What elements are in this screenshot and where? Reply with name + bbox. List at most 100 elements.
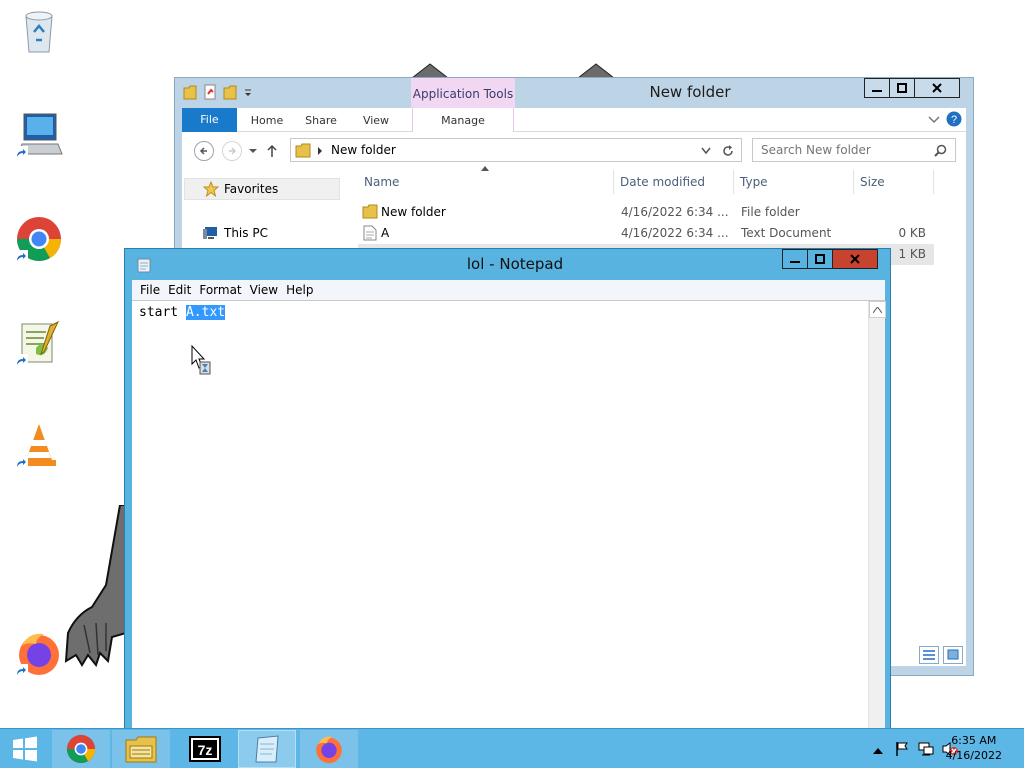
properties-icon[interactable] <box>203 84 217 100</box>
notepad-window-controls <box>782 249 878 269</box>
maximize-button[interactable] <box>807 249 833 269</box>
tab-view[interactable]: View <box>354 108 398 132</box>
up-arrow-icon[interactable] <box>266 144 278 158</box>
folder-icon <box>362 204 378 219</box>
menu-format[interactable]: Format <box>197 280 247 300</box>
search-box[interactable] <box>752 138 956 162</box>
tab-share[interactable]: Share <box>296 108 346 132</box>
file-date: 4/16/2022 6:34 ... <box>621 226 729 240</box>
maximize-icon <box>815 254 825 264</box>
tab-home[interactable]: Home <box>242 108 292 132</box>
minimize-button[interactable] <box>864 78 890 98</box>
vlc-shortcut-icon[interactable] <box>14 420 64 470</box>
table-row[interactable]: A 4/16/2022 6:34 ... Text Document 0 KB <box>358 223 934 244</box>
notepad-window: lol - Notepad File Edit Format View Help… <box>124 248 891 732</box>
address-text: New folder <box>331 143 396 157</box>
firefox-shortcut-icon[interactable] <box>14 628 64 678</box>
file-size: 0 KB <box>898 226 926 240</box>
notepad-titlebar[interactable]: lol - Notepad <box>125 249 890 279</box>
explorer-title: New folder <box>649 83 731 101</box>
recent-locations-icon[interactable] <box>248 147 258 155</box>
show-hidden-icons-icon[interactable] <box>870 743 886 759</box>
minimize-icon <box>790 261 800 263</box>
column-size[interactable]: Size <box>854 170 934 194</box>
this-pc-icon <box>203 227 217 239</box>
notepad-app-icon <box>137 258 151 273</box>
maximize-button[interactable] <box>889 78 915 98</box>
creature-ear-icon <box>577 63 615 78</box>
taskbar-firefox[interactable] <box>300 730 358 768</box>
address-bar[interactable]: New folder <box>290 138 742 162</box>
notepad-icon <box>255 735 279 763</box>
taskbar-chrome[interactable] <box>52 730 110 768</box>
menu-file[interactable]: File <box>138 280 166 300</box>
file-size: 1 KB <box>898 247 926 261</box>
vertical-scrollbar[interactable] <box>868 301 886 732</box>
maximize-icon <box>897 83 907 93</box>
file-date: 4/16/2022 6:34 ... <box>621 205 729 219</box>
tab-file[interactable]: File <box>182 108 237 132</box>
tab-manage[interactable]: Manage <box>412 108 514 132</box>
scroll-up-button[interactable] <box>869 301 886 318</box>
close-button[interactable] <box>914 78 960 98</box>
table-row[interactable]: New folder 4/16/2022 6:34 ... File folde… <box>358 202 934 223</box>
large-icons-view-button[interactable] <box>943 646 963 664</box>
back-button[interactable] <box>194 141 214 161</box>
nav-favorites[interactable]: Favorites <box>184 178 340 200</box>
new-folder-icon[interactable] <box>223 84 237 100</box>
forward-button[interactable] <box>222 141 242 161</box>
search-icon[interactable] <box>934 144 947 157</box>
shortcut-arrow-icon <box>14 146 28 160</box>
search-input[interactable] <box>761 142 931 158</box>
ribbon: File Home Share View Manage ? <box>182 108 966 132</box>
back-arrow-icon <box>199 147 207 155</box>
network-icon[interactable] <box>918 741 934 757</box>
refresh-icon[interactable] <box>721 144 735 158</box>
nav-this-pc[interactable]: This PC <box>202 226 268 240</box>
ribbon-expand-icon[interactable] <box>928 115 940 125</box>
nav-favorites-label: Favorites <box>224 182 279 196</box>
column-date-modified[interactable]: Date modified <box>614 170 734 194</box>
chrome-shortcut-icon[interactable] <box>14 214 64 264</box>
close-button[interactable] <box>832 249 878 269</box>
svg-text:7z: 7z <box>198 742 213 758</box>
notepad-text-selection: A.txt <box>185 305 226 320</box>
quick-access-toolbar <box>183 84 253 100</box>
address-dropdown-icon[interactable] <box>701 147 711 155</box>
taskbar-clock[interactable]: 6:35 AM 4/16/2022 <box>946 733 1002 763</box>
taskbar: 7z 6:35 AM 4/16/2022 <box>0 728 1024 768</box>
file-name: A <box>381 226 390 240</box>
creature-ear-icon <box>411 63 449 78</box>
menu-edit[interactable]: Edit <box>166 280 197 300</box>
clock-date: 4/16/2022 <box>945 749 1002 762</box>
taskbar-notepad[interactable] <box>238 730 296 768</box>
breadcrumb-chevron-icon <box>318 147 322 155</box>
menu-help[interactable]: Help <box>284 280 319 300</box>
taskbar-file-explorer[interactable] <box>112 730 170 768</box>
action-center-flag-icon[interactable] <box>894 741 910 757</box>
shortcut-arrow-icon <box>14 354 28 368</box>
notepad-text-area[interactable]: start A.txt <box>132 300 886 732</box>
menu-view[interactable]: View <box>248 280 284 300</box>
chrome-icon <box>66 734 96 764</box>
details-view-button[interactable] <box>919 646 939 664</box>
recycle-bin-icon[interactable] <box>14 6 64 56</box>
column-type[interactable]: Type <box>734 170 854 194</box>
notepad-title: lol - Notepad <box>466 255 564 273</box>
folder-icon <box>183 85 197 100</box>
svg-text:?: ? <box>951 114 957 126</box>
notepadpp-shortcut-icon[interactable] <box>14 318 64 368</box>
column-name[interactable]: Name <box>352 170 614 194</box>
file-type: File folder <box>741 205 800 219</box>
computer-shortcut-icon[interactable] <box>14 110 64 160</box>
minimize-button[interactable] <box>782 249 808 269</box>
sort-ascending-icon <box>481 166 489 171</box>
start-button[interactable] <box>0 730 50 768</box>
notepad-text[interactable]: start A.txt <box>139 305 226 320</box>
windows-logo-icon <box>13 736 37 762</box>
taskbar-7zip[interactable]: 7z <box>176 730 234 768</box>
qat-dropdown-icon[interactable] <box>243 84 253 100</box>
explorer-titlebar[interactable]: Application Tools New folder <box>175 78 973 108</box>
help-icon[interactable]: ? <box>946 111 962 127</box>
7zip-icon: 7z <box>189 736 221 762</box>
